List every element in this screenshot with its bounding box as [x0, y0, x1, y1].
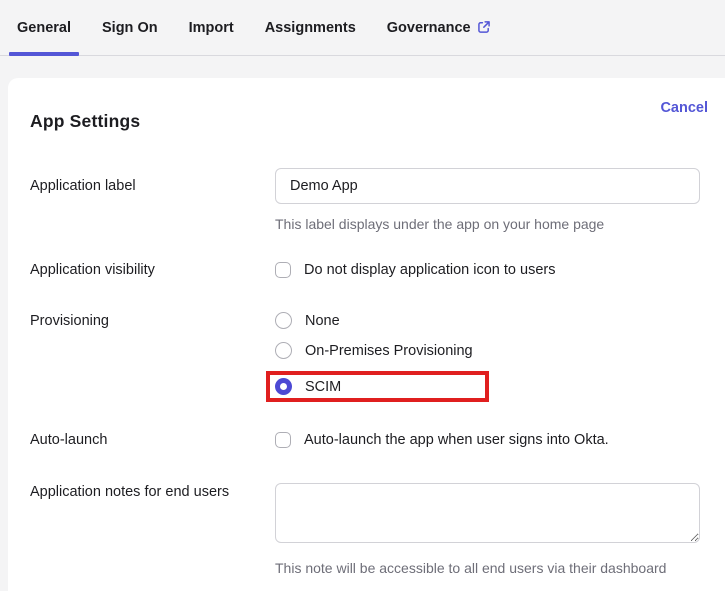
row-application-notes: Application notes for end users This not…: [30, 483, 725, 577]
auto-launch-label: Auto-launch: [30, 432, 108, 448]
app-settings-panel: App Settings Cancel Application label Th…: [8, 78, 725, 591]
tab-sign-on[interactable]: Sign On: [94, 0, 166, 55]
tab-import[interactable]: Import: [181, 0, 242, 55]
row-provisioning: Provisioning None On-Premises Provisioni…: [30, 312, 725, 402]
application-notes-label: Application notes for end users: [30, 484, 230, 500]
visibility-checkbox[interactable]: [275, 262, 291, 278]
scim-highlight-annotation: SCIM: [266, 371, 489, 402]
radio-on-premises[interactable]: [275, 342, 292, 359]
row-application-visibility: Application visibility Do not display ap…: [30, 261, 725, 279]
tab-import-label: Import: [188, 19, 234, 36]
tab-general-label: General: [17, 19, 71, 36]
panel-header: App Settings Cancel: [30, 100, 708, 132]
application-visibility-label: Application visibility: [30, 262, 155, 278]
tab-sign-on-label: Sign On: [102, 19, 158, 36]
tab-governance-label: Governance: [386, 19, 471, 36]
visibility-checkbox-label: Do not display application icon to users: [304, 262, 556, 278]
radio-none[interactable]: [275, 312, 292, 329]
provisioning-option-on-premises[interactable]: On-Premises Provisioning: [275, 342, 700, 359]
application-label-help: This label displays under the app on you…: [275, 216, 605, 232]
application-notes-textarea[interactable]: [275, 483, 700, 543]
radio-on-premises-label: On-Premises Provisioning: [305, 342, 473, 359]
row-application-label: Application label This label displays un…: [30, 168, 725, 233]
tab-bar: General Sign On Import Assignments Gover…: [0, 0, 725, 56]
provisioning-option-none[interactable]: None: [275, 312, 700, 329]
application-notes-help: This note will be accessible to all end …: [275, 560, 667, 576]
auto-launch-checkbox[interactable]: [275, 432, 291, 448]
external-link-icon: [477, 21, 490, 33]
page-title: App Settings: [30, 111, 141, 131]
tab-assignments-label: Assignments: [264, 19, 356, 36]
radio-scim-label: SCIM: [305, 378, 342, 395]
tab-governance[interactable]: Governance: [379, 0, 499, 55]
application-label-label: Application label: [30, 178, 136, 194]
tab-general[interactable]: General: [9, 0, 79, 56]
radio-scim[interactable]: [275, 378, 292, 395]
radio-none-label: None: [305, 312, 340, 329]
auto-launch-checkbox-label: Auto-launch the app when user signs into…: [304, 432, 609, 448]
cancel-button[interactable]: Cancel: [660, 100, 708, 116]
row-auto-launch: Auto-launch Auto-launch the app when use…: [30, 431, 725, 449]
provisioning-option-scim[interactable]: SCIM: [275, 378, 341, 395]
tab-assignments[interactable]: Assignments: [257, 0, 364, 55]
application-label-input[interactable]: [275, 168, 700, 204]
provisioning-label: Provisioning: [30, 313, 109, 329]
